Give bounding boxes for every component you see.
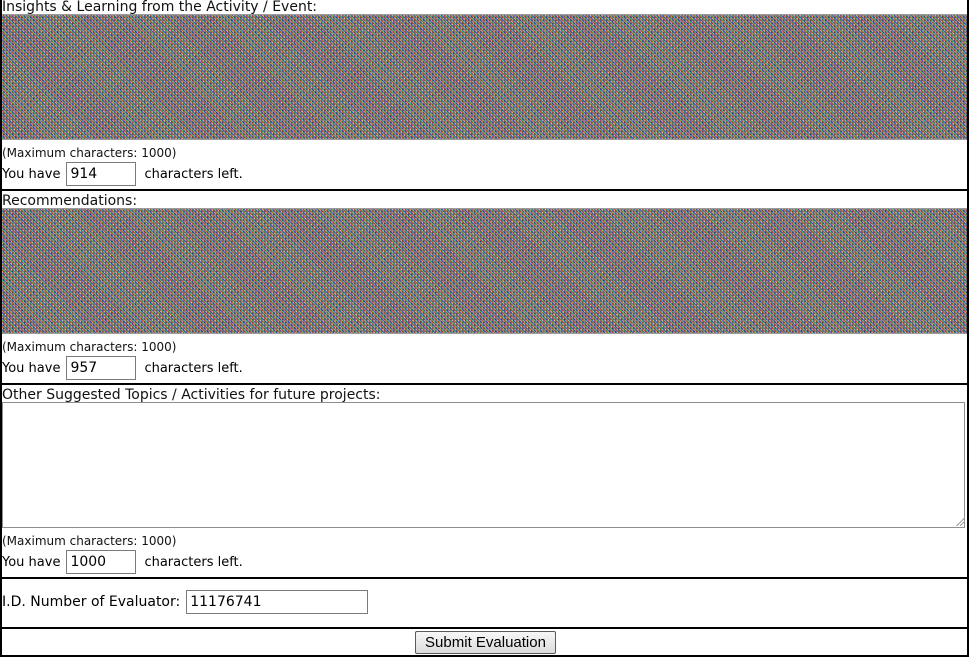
recommendations-textarea[interactable] <box>2 208 967 334</box>
suggested-topics-characters-left-field[interactable] <box>66 550 137 574</box>
section-divider-2 <box>0 383 969 385</box>
insights-textarea[interactable] <box>2 14 967 140</box>
suggested-topics-max-note: (Maximum characters: 1000) <box>2 534 177 548</box>
insights-label: Insights & Learning from the Activity / … <box>2 0 318 15</box>
insights-count-row: You have characters left. <box>2 162 243 186</box>
insights-characters-left-field[interactable] <box>66 162 137 186</box>
suggested-topics-label: Other Suggested Topics / Activities for … <box>2 387 381 403</box>
suggested-topics-count-prefix: You have <box>2 554 61 570</box>
recommendations-count-row: You have characters left. <box>2 356 243 380</box>
insights-count-prefix: You have <box>2 166 61 182</box>
insights-max-note: (Maximum characters: 1000) <box>2 146 177 160</box>
evaluator-id-input[interactable] <box>186 590 369 614</box>
textarea-resize-handle-icon[interactable] <box>955 516 965 526</box>
insights-count-suffix: characters left. <box>144 166 243 182</box>
suggested-topics-count-suffix: characters left. <box>144 554 243 570</box>
recommendations-max-note: (Maximum characters: 1000) <box>2 340 177 354</box>
section-divider-4 <box>0 627 969 629</box>
suggested-topics-count-row: You have characters left. <box>2 550 243 574</box>
recommendations-count-prefix: You have <box>2 360 61 376</box>
section-divider-3 <box>0 577 969 579</box>
suggested-topics-textarea[interactable] <box>2 402 965 528</box>
evaluator-id-label: I.D. Number of Evaluator: <box>2 594 181 610</box>
recommendations-label: Recommendations: <box>2 193 138 209</box>
evaluation-form: Insights & Learning from the Activity / … <box>0 0 969 657</box>
recommendations-characters-left-field[interactable] <box>66 356 137 380</box>
evaluator-id-row: I.D. Number of Evaluator: <box>2 590 369 614</box>
submit-evaluation-button[interactable]: Submit Evaluation <box>415 631 556 654</box>
recommendations-count-suffix: characters left. <box>144 360 243 376</box>
section-divider-1 <box>0 189 969 191</box>
